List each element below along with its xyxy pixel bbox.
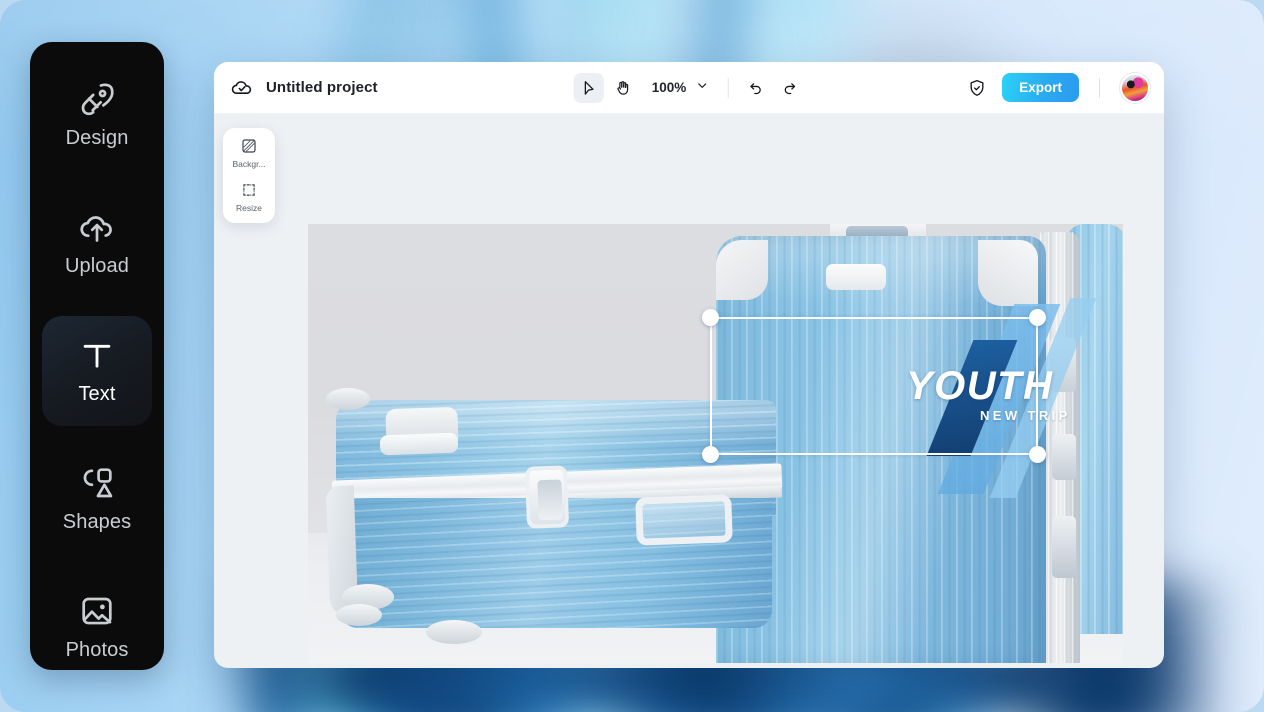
cloud-upload-icon	[78, 208, 116, 246]
resize-handle-bottom-right[interactable]	[1029, 446, 1046, 463]
resize-tool-button[interactable]: Resize	[223, 181, 275, 213]
text-t-icon	[78, 336, 116, 374]
suitcase-corner-protector	[716, 240, 768, 300]
sidebar-item-design[interactable]: Design	[42, 60, 152, 170]
zoom-control[interactable]: 100%	[642, 73, 716, 103]
sidebar-item-text[interactable]: Text	[42, 316, 152, 426]
background-tool-label: Backgr...	[232, 159, 265, 169]
suitcase-latch	[1050, 338, 1076, 392]
magic-rocket-icon	[78, 80, 116, 118]
undo-button[interactable]	[740, 73, 770, 103]
select-tool-button[interactable]	[574, 73, 604, 103]
suitcase-tsa-lock	[525, 465, 569, 528]
resize-tool-label: Resize	[236, 203, 262, 213]
suitcase-wheel	[426, 620, 482, 644]
topbar: Untitled project 100%	[214, 62, 1164, 114]
editor-body: Backgr... Resize	[214, 114, 1164, 668]
resize-handle-top-left[interactable]	[702, 309, 719, 326]
suitcase-latch	[1052, 516, 1076, 578]
sidebar-item-label: Photos	[66, 639, 129, 662]
sidebar-item-upload[interactable]: Upload	[42, 188, 152, 298]
sidebar-item-photos[interactable]: Photos	[42, 572, 152, 670]
suitcase-latch-column	[1050, 338, 1076, 578]
sidebar-item-label: Design	[66, 127, 129, 150]
topbar-right-group: Export	[964, 73, 1150, 103]
shield-check-icon[interactable]	[964, 75, 990, 101]
design-canvas[interactable]: YOUTH NEW TRIP	[308, 224, 1123, 663]
canvas-tool-panel: Backgr... Resize	[223, 128, 275, 223]
toolbar-divider	[727, 78, 728, 98]
sidebar-item-label: Shapes	[63, 511, 131, 534]
resize-handle-top-right[interactable]	[1029, 309, 1046, 326]
suitcase-tsa-dials	[537, 479, 562, 520]
shapes-icon	[78, 464, 116, 502]
suitcase-side-handle	[635, 494, 733, 545]
suitcase-product-photo: YOUTH NEW TRIP	[308, 224, 1123, 663]
editor-window: Untitled project 100%	[214, 62, 1164, 668]
export-button[interactable]: Export	[1002, 73, 1079, 102]
hand-tool-button[interactable]	[608, 73, 638, 103]
topbar-center-group: 100%	[574, 73, 805, 103]
suitcase-wheel	[326, 388, 370, 410]
background-fill-icon	[240, 137, 258, 155]
project-title[interactable]: Untitled project	[266, 79, 378, 96]
zoom-level-value: 100%	[652, 80, 687, 95]
background-tool-button[interactable]: Backgr...	[223, 137, 275, 169]
suitcase-corner-protector	[978, 240, 1038, 306]
photo-image-icon	[78, 592, 116, 630]
chevron-down-icon	[694, 78, 709, 98]
sidebar-item-shapes[interactable]: Shapes	[42, 444, 152, 554]
topbar-left-group: Untitled project	[230, 76, 378, 100]
cloud-check-icon[interactable]	[230, 76, 254, 100]
sidebar-item-label: Text	[78, 383, 115, 406]
sidebar: Design Upload Text Shap	[30, 42, 164, 670]
selection-frame[interactable]	[710, 317, 1038, 455]
resize-frame-icon	[240, 181, 258, 199]
resize-handle-bottom-left[interactable]	[702, 446, 719, 463]
suitcase-name-plate	[826, 264, 886, 290]
suitcase-latch	[1052, 434, 1076, 480]
redo-button[interactable]	[774, 73, 804, 103]
avatar[interactable]	[1120, 73, 1150, 103]
suitcase-latch	[380, 433, 459, 456]
sidebar-item-label: Upload	[65, 255, 129, 278]
suitcase-wheel	[336, 604, 382, 626]
topbar-divider	[1099, 78, 1100, 98]
